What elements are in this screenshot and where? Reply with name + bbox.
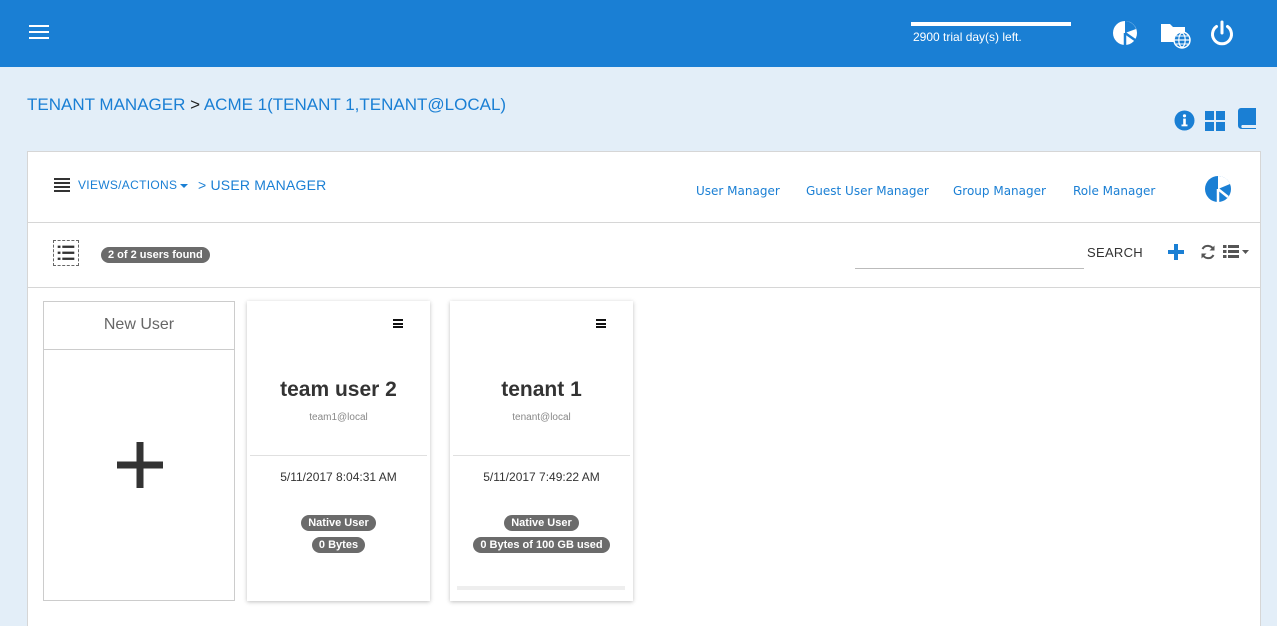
- new-user-card[interactable]: New User: [43, 301, 235, 601]
- trial-progress-bar: [911, 22, 1071, 26]
- breadcrumb-current-tenant: ACME 1(TENANT 1,TENANT@LOCAL): [203, 95, 507, 114]
- user-email: team1@local: [309, 412, 368, 423]
- storage-usage-badge: 0 Bytes: [311, 537, 366, 553]
- views-list-icon[interactable]: [54, 178, 70, 192]
- select-list-icon[interactable]: [53, 240, 79, 266]
- refresh-icon[interactable]: [1200, 244, 1216, 260]
- nav-guest-user-manager[interactable]: Guest User Manager: [806, 184, 929, 198]
- user-name: tenant 1: [501, 378, 582, 401]
- grid-view-icon[interactable]: [1205, 111, 1225, 131]
- breadcrumb-separator: >: [190, 95, 201, 114]
- info-icon[interactable]: [1174, 110, 1195, 131]
- nav-group-manager[interactable]: Group Manager: [953, 184, 1046, 198]
- dashboard-icon[interactable]: [1204, 175, 1232, 203]
- storage-usage-badge: 0 Bytes of 100 GB used: [473, 537, 610, 553]
- views-actions-label: VIEWS/ACTIONS: [78, 178, 178, 192]
- user-card[interactable]: tenant 1 tenant@local 5/11/2017 7:49:22 …: [450, 301, 633, 601]
- card-menu-icon[interactable]: [596, 319, 606, 328]
- user-email: tenant@local: [512, 412, 571, 423]
- card-divider: [453, 455, 630, 456]
- trial-days-text: 2900 trial day(s) left.: [913, 30, 1022, 44]
- panel-toolbar: 2 of 2 users found SEARCH: [28, 223, 1260, 288]
- user-type-badge: Native User: [301, 515, 376, 531]
- user-name: team user 2: [280, 378, 397, 401]
- breadcrumb-tenant-manager[interactable]: TENANT MANAGER: [27, 95, 185, 114]
- user-cards-grid: New User team user 2 team1@local 5/11/20…: [28, 289, 1260, 626]
- search-button[interactable]: SEARCH: [1087, 245, 1143, 260]
- user-date: 5/11/2017 8:04:31 AM: [280, 470, 397, 484]
- panel-header: VIEWS/ACTIONS > USER MANAGER User Manage…: [28, 152, 1260, 223]
- storage-usage-bar: [457, 586, 625, 590]
- card-divider: [250, 455, 427, 456]
- page-breadcrumb: TENANT MANAGER > ACME 1(TENANT 1,TENANT@…: [27, 95, 506, 115]
- sub-breadcrumb: > USER MANAGER: [198, 177, 327, 193]
- add-icon[interactable]: [1168, 244, 1184, 260]
- folder-network-icon[interactable]: [1159, 18, 1191, 50]
- book-icon[interactable]: [1238, 108, 1257, 129]
- user-card[interactable]: team user 2 team1@local 5/11/2017 8:04:3…: [247, 301, 430, 601]
- nav-role-manager[interactable]: Role Manager: [1073, 184, 1155, 198]
- dashboard-icon[interactable]: [1111, 19, 1139, 47]
- user-type-badge: Native User: [504, 515, 579, 531]
- user-manager-panel: VIEWS/ACTIONS > USER MANAGER User Manage…: [27, 151, 1261, 626]
- users-count-badge: 2 of 2 users found: [101, 247, 210, 263]
- power-icon[interactable]: [1208, 19, 1236, 47]
- top-bar: 2900 trial day(s) left.: [0, 0, 1277, 67]
- search-input[interactable]: [855, 241, 1084, 269]
- plus-icon: [117, 442, 163, 488]
- menu-icon[interactable]: [29, 25, 49, 41]
- list-view-dropdown-icon[interactable]: [1223, 245, 1250, 259]
- user-date: 5/11/2017 7:49:22 AM: [483, 470, 600, 484]
- new-user-label: New User: [44, 302, 234, 350]
- views-actions-dropdown[interactable]: VIEWS/ACTIONS: [78, 178, 189, 192]
- card-menu-icon[interactable]: [393, 319, 403, 328]
- nav-user-manager[interactable]: User Manager: [696, 184, 780, 198]
- caret-down-icon: [180, 183, 189, 188]
